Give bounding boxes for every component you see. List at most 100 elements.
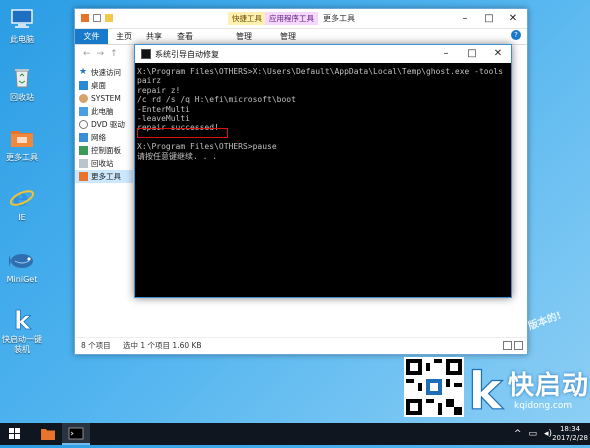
console-line: /c rd /s /q H:\efi\microsoft\boot [137, 95, 296, 105]
svg-text:k: k [14, 306, 32, 332]
desktop-icon-miniget[interactable]: MiniGet [2, 246, 42, 285]
context-tab-app-tools[interactable]: 应用程序工具 [265, 12, 318, 25]
desktop-icon-this-pc[interactable]: 此电脑 [2, 6, 42, 45]
highlight-box [137, 128, 228, 138]
desktop-icon-ie[interactable]: e IE [2, 183, 42, 223]
maximize-button[interactable]: □ [477, 9, 501, 28]
miniget-icon [9, 246, 35, 272]
console-icon [141, 49, 151, 59]
navigation-pane: ★ 快速访问 桌面 SYSTEM 此电脑 DVD 驱动 网络 控制面板 回收站 更… [75, 66, 133, 338]
desktop-icon-label: 快启动一键装机 [2, 335, 42, 354]
brand-name: 快启动 [508, 371, 590, 401]
console-line: X:\Program Files\OTHERS>X:\Users\Default… [137, 67, 509, 76]
explorer-title: 更多工具 [323, 14, 355, 23]
new-folder-icon[interactable] [105, 14, 113, 22]
desktop-icon-label: 此电脑 [10, 35, 34, 44]
cmd-titlebar[interactable]: 系统引导自动修复 – □ ✕ [135, 45, 511, 63]
console-output[interactable]: X:\Program Files\OTHERS>X:\Users\Default… [137, 67, 509, 295]
nav-item-dvd[interactable]: DVD 驱动 [75, 118, 133, 131]
brand-watermark: k 快启动 kqidong.com [404, 355, 590, 425]
user-icon [79, 94, 88, 103]
context-tab-shortcut-tools[interactable]: 快捷工具 [228, 12, 266, 25]
windows-logo-icon [9, 428, 20, 439]
clock-date: 2017/2/28 [552, 434, 588, 442]
desktop-icon-label: MiniGet [6, 275, 38, 284]
status-bar: 8 个项目 选中 1 个项目 1.60 KB [75, 337, 527, 354]
desktop-icon-more-tools[interactable]: 更多工具 [2, 124, 42, 163]
brand-k-logo-icon: k [466, 361, 506, 422]
taskbar: ^ ▭ ◂) 18:34 2017/2/28 [0, 423, 590, 445]
tab-manage-2[interactable]: 管理 [280, 31, 296, 42]
volume-icon[interactable]: ◂) [544, 429, 552, 439]
minimize-button[interactable]: – [433, 45, 459, 63]
tab-share[interactable]: 共享 [146, 31, 162, 42]
back-forward-icon[interactable]: ←→↑ [83, 49, 124, 59]
close-button[interactable]: ✕ [485, 45, 511, 63]
console-line: 请按任意键继续. . . [137, 151, 218, 161]
taskbar-item-explorer[interactable] [34, 423, 62, 445]
tab-view[interactable]: 查看 [177, 31, 193, 42]
status-item-count: 8 个项目 [81, 341, 111, 350]
corner-watermark-text: 版本的! [526, 310, 564, 333]
nav-item-recycle-bin[interactable]: 回收站 [75, 157, 133, 170]
more-tools-icon [9, 124, 35, 150]
close-button[interactable]: ✕ [501, 9, 525, 28]
nav-item-control-panel[interactable]: 控制面板 [75, 144, 133, 157]
desktop-icon-label: IE [18, 213, 26, 222]
nav-item-quick-access[interactable]: ★ 快速访问 [75, 66, 133, 79]
nav-item-system[interactable]: SYSTEM [75, 92, 133, 105]
qr-code [404, 357, 464, 417]
console-line: pairz [137, 76, 162, 86]
folder-icon [41, 429, 55, 440]
chevron-up-icon[interactable]: ^ [514, 429, 522, 439]
desktop-icon-kuaiqidong[interactable]: k 快启动一键装机 [0, 306, 44, 355]
recycle-bin-icon [79, 159, 88, 168]
console-line: -EnterMulti [137, 104, 190, 114]
status-selection: 选中 1 个项目 1.60 KB [123, 341, 202, 350]
clock-time: 18:34 [559, 425, 581, 433]
ie-icon: e [9, 183, 35, 212]
maximize-button[interactable]: □ [459, 45, 485, 63]
nav-item-this-pc[interactable]: 此电脑 [75, 105, 133, 118]
control-panel-icon [79, 146, 88, 155]
nav-item-network[interactable]: 网络 [75, 131, 133, 144]
console-icon [68, 427, 84, 440]
tab-home[interactable]: 主页 [116, 31, 132, 42]
properties-icon[interactable] [93, 14, 101, 22]
kuaiqidong-install-icon: k [9, 306, 35, 336]
clock[interactable]: 18:34 2017/2/28 [552, 425, 588, 443]
nav-item-more-tools[interactable]: 更多工具 [75, 170, 133, 183]
cmd-window[interactable]: 系统引导自动修复 – □ ✕ X:\Program Files\OTHERS>X… [134, 44, 512, 298]
desktop-icon-recycle-bin[interactable]: 回收站 [2, 64, 42, 103]
recycle-bin-icon [9, 64, 35, 90]
minimize-button[interactable]: – [453, 9, 477, 28]
window-controls: – □ ✕ [453, 9, 525, 28]
help-icon[interactable]: ? [511, 30, 521, 40]
cmd-title: 系统引导自动修复 [155, 50, 219, 59]
view-buttons [503, 341, 523, 350]
star-icon: ★ [79, 67, 88, 77]
system-tray: ^ ▭ ◂) [514, 429, 552, 439]
brand-url: kqidong.com [514, 401, 573, 411]
this-pc-icon [9, 6, 35, 32]
desktop-icon-label: 回收站 [10, 93, 34, 102]
folder-icon[interactable] [81, 14, 89, 22]
details-view-icon[interactable] [503, 341, 512, 350]
window-controls: – □ ✕ [433, 45, 511, 63]
taskbar-item-cmd[interactable] [62, 423, 90, 445]
start-button[interactable] [0, 423, 30, 445]
nav-item-desktop[interactable]: 桌面 [75, 79, 133, 92]
network-icon[interactable]: ▭ [528, 429, 537, 439]
tab-manage-1[interactable]: 管理 [236, 31, 252, 42]
network-icon [79, 133, 88, 142]
pc-icon [79, 107, 88, 116]
desktop-icon-label: 更多工具 [6, 153, 38, 162]
console-line: X:\Program Files\OTHERS>pause [137, 142, 277, 152]
dvd-icon [79, 120, 88, 129]
console-line: repair z! [137, 85, 181, 95]
explorer-titlebar[interactable]: 快捷工具 应用程序工具 更多工具 – □ ✕ [75, 9, 527, 29]
tab-file[interactable]: 文件 [75, 29, 108, 44]
desktop-icon [79, 81, 88, 90]
large-icons-view-icon[interactable] [514, 341, 523, 350]
console-line: -leaveMulti [137, 113, 190, 123]
